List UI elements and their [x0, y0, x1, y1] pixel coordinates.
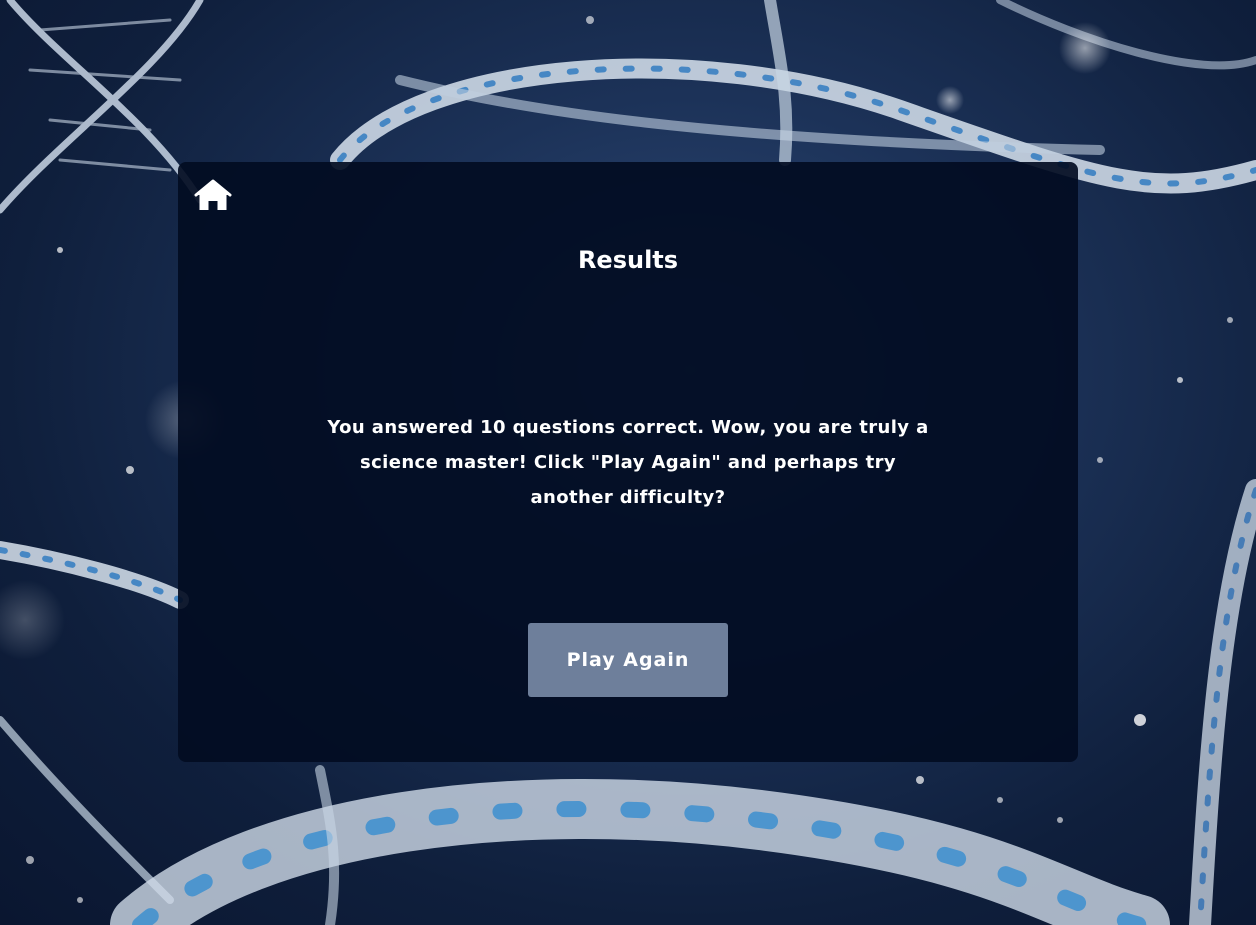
home-icon	[194, 179, 232, 210]
play-again-button[interactable]: Play Again	[528, 623, 728, 697]
results-card: Results You answered 10 questions correc…	[178, 162, 1078, 762]
results-title: Results	[577, 246, 679, 274]
home-button[interactable]	[194, 178, 232, 212]
results-message: You answered 10 questions correct. Wow, …	[327, 417, 929, 508]
